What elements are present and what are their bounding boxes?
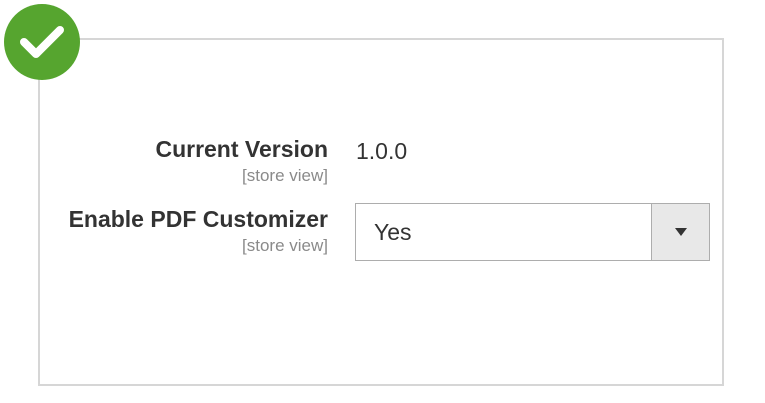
enable-pdf-customizer-select[interactable]: Yes <box>355 203 710 261</box>
current-version-value: 1.0.0 <box>356 138 408 164</box>
dropdown-toggle[interactable] <box>651 204 709 260</box>
enable-pdf-customizer-label: Enable PDF Customizer <box>68 206 328 232</box>
chevron-down-icon <box>674 228 687 236</box>
check-icon <box>19 24 65 60</box>
current-version-label: Current Version <box>155 136 328 162</box>
enable-pdf-customizer-scope: [store view] <box>242 236 328 255</box>
select-selected-value: Yes <box>374 219 412 245</box>
success-badge <box>4 4 80 80</box>
current-version-scope: [store view] <box>242 166 328 185</box>
